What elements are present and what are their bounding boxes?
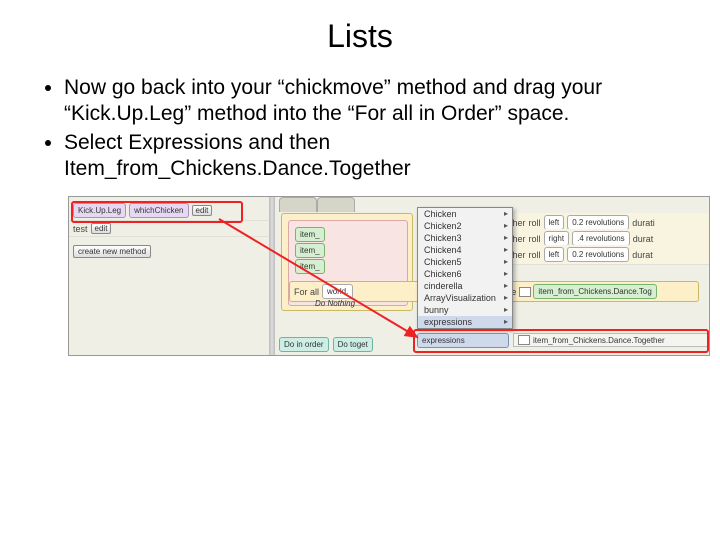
duration-label: durat [632, 250, 653, 260]
control-tag[interactable]: Do toget [333, 337, 373, 352]
world-tag[interactable]: world. [322, 284, 353, 299]
create-method-button[interactable]: create new method [73, 245, 151, 258]
menu-item[interactable]: ArrayVisualization [418, 292, 512, 304]
item-token[interactable]: item_ [295, 243, 325, 258]
menu-item[interactable]: cinderella [418, 280, 512, 292]
roll-label: roll [529, 234, 541, 244]
screenshot-embed: Kick.Up.Leg whichChicken edit test edit … [68, 196, 710, 356]
editor-panel: item_ item_ item_ ether roll left 0.2 re… [275, 197, 707, 355]
edit-button[interactable]: edit [192, 205, 213, 216]
forall-label: For all [294, 287, 319, 297]
param-tag[interactable]: whichChicken [129, 203, 188, 218]
menu-item[interactable]: Chicken6 [418, 268, 512, 280]
direction-tag[interactable]: left [544, 247, 565, 262]
control-tag[interactable]: Do in order [279, 337, 329, 352]
method-label: test [73, 224, 88, 234]
menu-item[interactable]: Chicken5 [418, 256, 512, 268]
methods-panel: Kick.Up.Leg whichChicken edit test edit … [69, 197, 269, 355]
method-tag[interactable]: Kick.Up.Leg [73, 203, 126, 218]
item-token[interactable]: item_from_Chickens.Dance.Tog [533, 284, 656, 299]
amount-tag[interactable]: .4 revolutions [572, 231, 630, 246]
menu-item-expressions[interactable]: expressions [418, 316, 512, 328]
menu-item[interactable]: Chicken [418, 208, 512, 220]
item-token[interactable]: item_ [295, 227, 325, 242]
expression-label: item_from_Chickens.Dance.Together [533, 336, 665, 345]
instruction-list: Now go back into your “chickmove” method… [46, 75, 674, 182]
direction-tag[interactable]: left [544, 215, 565, 230]
token-icon [519, 287, 531, 297]
token-icon [518, 335, 530, 345]
roll-label: roll [529, 250, 541, 260]
direction-tag[interactable]: right [544, 231, 570, 246]
duration-label: durat [633, 234, 654, 244]
menu-item[interactable]: bunny [418, 304, 512, 316]
amount-tag[interactable]: 0.2 revolutions [567, 215, 629, 230]
roll-label: roll [529, 218, 541, 228]
editor-tab[interactable] [279, 197, 317, 212]
menu-item[interactable]: Chicken2 [418, 220, 512, 232]
context-menu: Chicken Chicken2 Chicken3 Chicken4 Chick… [417, 207, 513, 329]
menu-item[interactable]: Chicken3 [418, 232, 512, 244]
instruction-item: Now go back into your “chickmove” method… [64, 75, 674, 128]
instruction-item: Select Expressions and then Item_from_Ch… [64, 130, 674, 183]
slide-title: Lists [46, 18, 674, 55]
do-nothing-label: Do Nothing [315, 299, 355, 308]
edit-button[interactable]: edit [91, 223, 112, 234]
editor-tab[interactable] [317, 197, 355, 212]
menu-item[interactable]: Chicken4 [418, 244, 512, 256]
amount-tag[interactable]: 0.2 revolutions [567, 247, 629, 262]
expression-result[interactable]: item_from_Chickens.Dance.Together [513, 333, 709, 347]
expressions-tag[interactable]: expressions [417, 333, 509, 348]
item-token[interactable]: item_ [295, 259, 325, 274]
duration-label: durati [632, 218, 655, 228]
